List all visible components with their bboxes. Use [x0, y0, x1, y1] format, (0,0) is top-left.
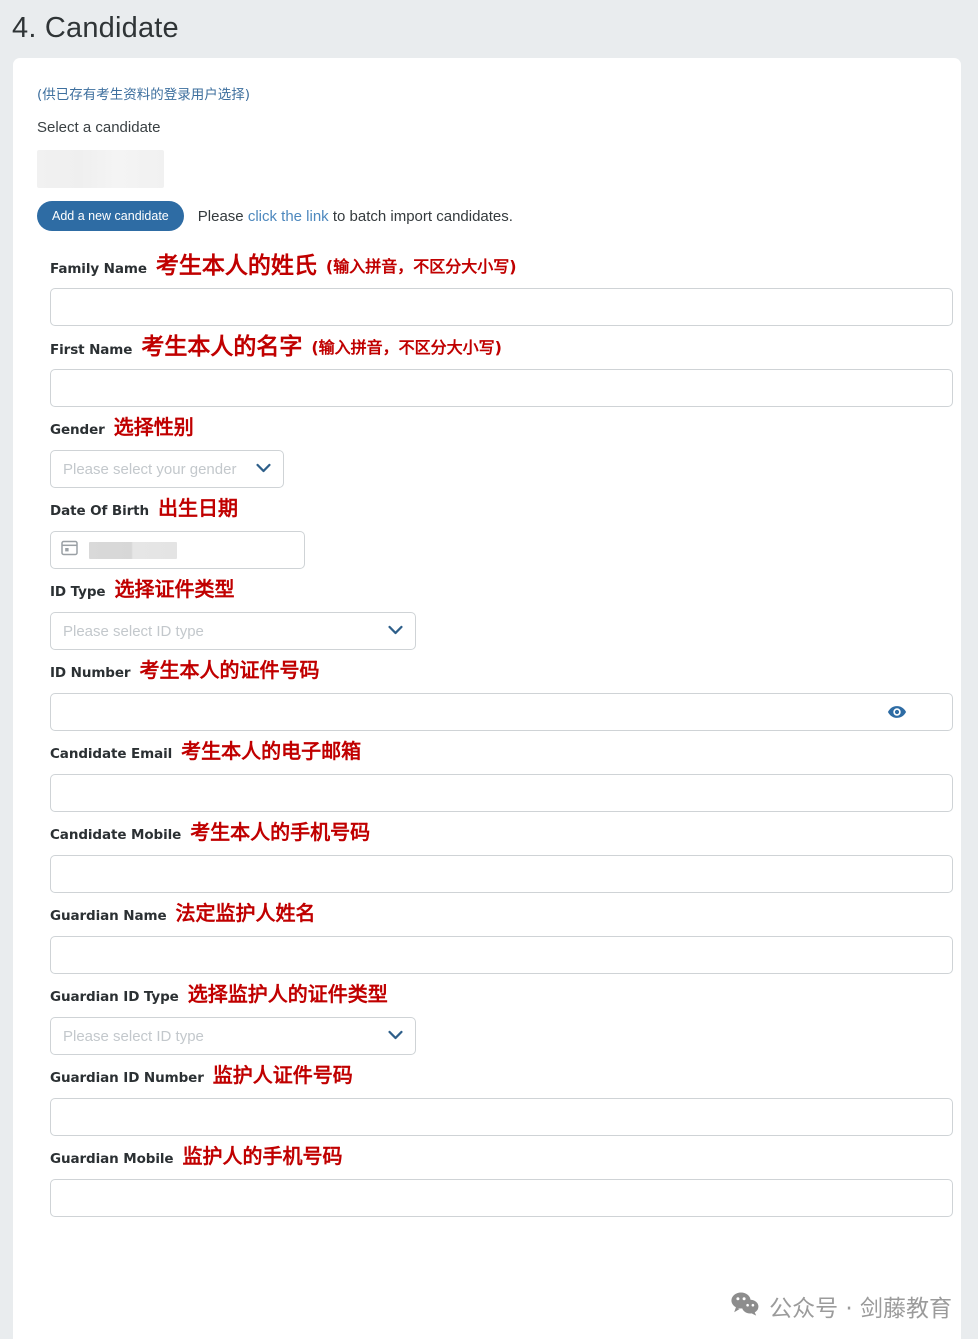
label-guardian-name: Guardian Name	[50, 908, 167, 924]
field-id-number: ID Number 考生本人的证件号码	[37, 660, 953, 731]
candidate-form-card: (供已存有考生资料的登录用户选择) Select a candidate Add…	[13, 58, 961, 1339]
family-name-input[interactable]	[50, 288, 953, 326]
batch-import-prefix: Please	[197, 207, 248, 225]
field-label-row: Guardian ID Type 选择监护人的证件类型	[50, 984, 937, 1010]
field-date-of-birth: Date Of Birth 出生日期	[37, 498, 937, 569]
batch-import-text: Please click the link to batch import ca…	[198, 208, 513, 225]
id-number-input[interactable]	[50, 693, 953, 731]
id-type-select[interactable]: Please select ID type	[50, 612, 416, 650]
date-of-birth-value-redacted	[89, 541, 177, 559]
field-guardian-id-number: Guardian ID Number 监护人证件号码	[37, 1065, 953, 1136]
annotation-family-name: 考生本人的姓氏	[155, 253, 317, 279]
id-type-select-placeholder: Please select ID type	[63, 622, 204, 640]
id-number-input-wrapper	[37, 693, 953, 731]
label-id-type: ID Type	[50, 584, 106, 600]
guardian-mobile-input[interactable]	[50, 1179, 953, 1217]
candidate-select-hint: (供已存有考生资料的登录用户选择)	[37, 87, 251, 103]
field-label-row: Candidate Email 考生本人的电子邮箱	[50, 741, 937, 767]
field-label-row: Gender 选择性别	[50, 417, 937, 443]
field-candidate-mobile: Candidate Mobile 考生本人的手机号码	[37, 822, 953, 893]
field-first-name: First Name 考生本人的名字 (输入拼音，不区分大小写)	[37, 336, 953, 407]
gender-select-placeholder: Please select your gender	[63, 460, 237, 478]
label-guardian-id-number: Guardian ID Number	[50, 1070, 204, 1086]
field-label-row: Candidate Mobile 考生本人的手机号码	[50, 822, 937, 848]
chevron-down-icon	[388, 622, 403, 640]
gender-select[interactable]: Please select your gender	[50, 450, 284, 488]
label-family-name: Family Name	[50, 261, 147, 277]
add-candidate-row: Add a new candidate Please click the lin…	[37, 201, 937, 231]
label-candidate-mobile: Candidate Mobile	[50, 827, 182, 843]
label-gender: Gender	[50, 422, 105, 438]
label-guardian-id-type: Guardian ID Type	[50, 989, 179, 1005]
field-family-name: Family Name 考生本人的姓氏 (输入拼音，不区分大小写)	[37, 255, 953, 326]
label-id-number: ID Number	[50, 665, 131, 681]
field-guardian-id-type: Guardian ID Type 选择监护人的证件类型 Please selec…	[37, 984, 937, 1055]
field-guardian-mobile: Guardian Mobile 监护人的手机号码	[37, 1146, 953, 1217]
field-label-row: Guardian Name 法定监护人姓名	[50, 903, 937, 929]
annotation-date-of-birth: 出生日期	[158, 496, 239, 520]
field-label-row: ID Number 考生本人的证件号码	[50, 660, 937, 686]
candidate-email-input[interactable]	[50, 774, 953, 812]
date-of-birth-picker[interactable]	[50, 531, 305, 569]
label-candidate-email: Candidate Email	[50, 746, 173, 762]
add-new-candidate-button[interactable]: Add a new candidate	[37, 201, 184, 231]
label-first-name: First Name	[50, 342, 133, 358]
first-name-input[interactable]	[50, 369, 953, 407]
field-gender: Gender 选择性别 Please select your gender	[37, 417, 937, 488]
calendar-icon	[61, 539, 78, 561]
field-label-row: Family Name 考生本人的姓氏 (输入拼音，不区分大小写)	[50, 255, 937, 281]
eye-icon[interactable]	[887, 703, 907, 721]
guardian-name-input[interactable]	[50, 936, 953, 974]
field-label-row: Date Of Birth 出生日期	[50, 498, 937, 524]
select-candidate-label: Select a candidate	[37, 119, 161, 136]
annotation-guardian-mobile: 监护人的手机号码	[182, 1144, 343, 1168]
guardian-id-number-input[interactable]	[50, 1098, 953, 1136]
chevron-down-icon	[388, 1027, 403, 1045]
guardian-id-type-select-placeholder: Please select ID type	[63, 1027, 204, 1045]
field-label-row: Guardian ID Number 监护人证件号码	[50, 1065, 937, 1091]
annotation-note-first-name: (输入拼音，不区分大小写)	[311, 338, 502, 357]
field-label-row: ID Type 选择证件类型	[50, 579, 937, 605]
field-candidate-email: Candidate Email 考生本人的电子邮箱	[37, 741, 953, 812]
annotation-guardian-id-type: 选择监护人的证件类型	[187, 982, 388, 1006]
field-label-row: First Name 考生本人的名字 (输入拼音，不区分大小写)	[50, 336, 937, 362]
annotation-candidate-email: 考生本人的电子邮箱	[181, 739, 362, 763]
annotation-gender: 选择性别	[113, 415, 194, 439]
batch-import-suffix: to batch import candidates.	[328, 207, 513, 225]
candidate-select-redacted[interactable]	[37, 150, 164, 188]
annotation-id-number: 考生本人的证件号码	[139, 658, 320, 682]
field-label-row: Guardian Mobile 监护人的手机号码	[50, 1146, 937, 1172]
candidate-mobile-input[interactable]	[50, 855, 953, 893]
field-guardian-name: Guardian Name 法定监护人姓名	[37, 903, 953, 974]
annotation-note-family-name: (输入拼音，不区分大小写)	[325, 257, 517, 276]
label-date-of-birth: Date Of Birth	[50, 503, 150, 519]
annotation-candidate-mobile: 考生本人的手机号码	[190, 820, 371, 844]
guardian-id-type-select[interactable]: Please select ID type	[50, 1017, 416, 1055]
annotation-guardian-name: 法定监护人姓名	[175, 901, 316, 925]
page-title: 4. Candidate	[12, 12, 179, 44]
label-guardian-mobile: Guardian Mobile	[50, 1151, 174, 1167]
field-id-type: ID Type 选择证件类型 Please select ID type	[37, 579, 937, 650]
batch-import-link[interactable]: click the link	[248, 208, 329, 225]
chevron-down-icon	[256, 460, 271, 478]
annotation-guardian-id-number: 监护人证件号码	[212, 1063, 353, 1087]
annotation-id-type: 选择证件类型	[114, 577, 235, 601]
annotation-first-name: 考生本人的名字	[141, 334, 303, 360]
